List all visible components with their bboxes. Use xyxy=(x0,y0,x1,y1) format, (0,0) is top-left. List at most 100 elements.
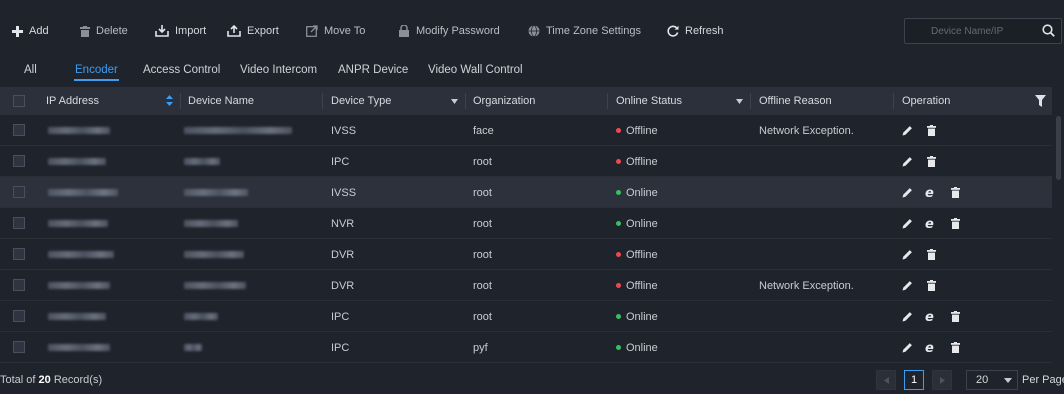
operation-cell: e xyxy=(900,340,962,354)
edit-icon[interactable] xyxy=(900,340,914,354)
status-dot-icon xyxy=(616,251,621,257)
trash-icon[interactable] xyxy=(948,185,962,199)
page-size-select[interactable]: 20 xyxy=(966,370,1018,390)
table-row[interactable]: DVR root Offline xyxy=(0,239,1052,270)
trash-icon[interactable] xyxy=(924,123,938,137)
offline-reason-cell: Network Exception. xyxy=(759,125,854,137)
tab-encoder[interactable]: Encoder xyxy=(74,64,119,81)
trash-icon[interactable] xyxy=(948,216,962,230)
table-row[interactable]: IPC root Offline xyxy=(0,146,1052,177)
select-all-checkbox[interactable] xyxy=(13,95,25,107)
web-icon[interactable]: e xyxy=(924,309,938,323)
status-label: Online xyxy=(626,218,658,230)
delete-button[interactable]: Delete xyxy=(80,22,128,40)
online-status-cell: Online xyxy=(616,342,658,354)
edit-icon[interactable] xyxy=(900,185,914,199)
edit-icon[interactable] xyxy=(900,309,914,323)
time-zone-settings-button[interactable]: Time Zone Settings xyxy=(528,22,641,40)
col-ip-address[interactable]: IP Address xyxy=(46,95,99,107)
move-to-label: Move To xyxy=(324,25,366,37)
tab-all[interactable]: All xyxy=(24,64,37,76)
import-button[interactable]: Import xyxy=(155,22,206,40)
search-icon[interactable] xyxy=(1042,24,1055,37)
edit-icon[interactable] xyxy=(900,216,914,230)
next-page-button[interactable] xyxy=(932,370,952,390)
filter-dropdown-icon[interactable] xyxy=(736,99,743,104)
tab-access-control[interactable]: Access Control xyxy=(143,64,220,76)
ip-address-redacted xyxy=(48,189,118,196)
add-button[interactable]: Add xyxy=(12,22,49,40)
row-checkbox[interactable] xyxy=(13,155,25,167)
ip-address-redacted xyxy=(48,158,106,165)
chevron-right-icon xyxy=(939,376,945,384)
refresh-button[interactable]: Refresh xyxy=(667,22,724,40)
trash-icon[interactable] xyxy=(948,309,962,323)
page-size-value: 20 xyxy=(976,374,989,386)
online-status-cell: Online xyxy=(616,311,658,323)
total-prefix: Total of xyxy=(0,374,39,386)
web-icon[interactable]: e xyxy=(924,340,938,354)
device-name-redacted xyxy=(184,127,292,134)
column-divider xyxy=(180,93,181,109)
col-online-status: Online Status xyxy=(616,95,683,107)
edit-icon[interactable] xyxy=(900,247,914,261)
column-filter-icon[interactable] xyxy=(1035,95,1046,107)
row-checkbox[interactable] xyxy=(13,124,25,136)
table-row[interactable]: DVR root Offline Network Exception. xyxy=(0,270,1052,301)
operation-cell: e xyxy=(900,185,962,199)
row-checkbox[interactable] xyxy=(13,279,25,291)
organization-cell: pyf xyxy=(473,342,488,354)
trash-icon[interactable] xyxy=(924,278,938,292)
trash-icon[interactable] xyxy=(924,154,938,168)
status-label: Offline xyxy=(626,156,658,168)
row-checkbox[interactable] xyxy=(13,248,25,260)
trash-icon[interactable] xyxy=(924,247,938,261)
import-label: Import xyxy=(175,25,207,37)
row-checkbox[interactable] xyxy=(13,310,25,322)
status-dot-icon xyxy=(616,158,621,164)
svg-text:e: e xyxy=(925,310,934,322)
device-type-cell: DVR xyxy=(331,249,355,261)
status-dot-icon xyxy=(616,220,621,226)
row-checkbox[interactable] xyxy=(13,186,25,198)
col-device-name: Device Name xyxy=(188,95,255,107)
per-page-label: Per Page xyxy=(1022,374,1064,386)
prev-page-button[interactable] xyxy=(876,370,896,390)
ip-address-redacted xyxy=(48,127,110,134)
ip-address-redacted xyxy=(48,220,108,227)
table-row[interactable]: IPC pyf Online e xyxy=(0,332,1052,363)
move-to-button[interactable]: Move To xyxy=(306,22,365,40)
tab-video-wall-control[interactable]: Video Wall Control xyxy=(428,64,523,76)
toolbar: Add Delete Import Export Move To Modify … xyxy=(0,0,1064,62)
col-offline-reason: Offline Reason xyxy=(759,95,832,107)
device-name-redacted xyxy=(184,282,246,289)
table-row[interactable]: NVR root Online e xyxy=(0,208,1052,239)
tab-anpr-device[interactable]: ANPR Device xyxy=(338,64,408,76)
export-button[interactable]: Export xyxy=(227,22,279,40)
table-row[interactable]: IVSS face Offline Network Exception. xyxy=(0,115,1052,146)
edit-icon[interactable] xyxy=(900,278,914,292)
filter-dropdown-icon[interactable] xyxy=(451,99,458,104)
operation-cell xyxy=(900,154,938,168)
export-icon xyxy=(227,25,241,37)
tab-video-intercom[interactable]: Video Intercom xyxy=(240,64,317,76)
modify-password-button[interactable]: Modify Password xyxy=(398,22,500,40)
row-checkbox[interactable] xyxy=(13,217,25,229)
trash-icon[interactable] xyxy=(948,340,962,354)
sort-icon[interactable] xyxy=(166,95,173,106)
edit-icon[interactable] xyxy=(900,123,914,137)
device-type-cell: IVSS xyxy=(331,125,357,137)
scrollbar-thumb[interactable] xyxy=(1056,116,1061,180)
row-checkbox[interactable] xyxy=(13,341,25,353)
page-number-button[interactable]: 1 xyxy=(904,370,924,390)
chevron-down-icon xyxy=(1004,378,1012,383)
ip-address-redacted xyxy=(48,344,110,351)
web-icon[interactable]: e xyxy=(924,216,938,230)
table-row[interactable]: IVSS root Online e xyxy=(0,177,1052,208)
table-row[interactable]: IPC root Online e xyxy=(0,301,1052,332)
column-divider xyxy=(465,93,466,109)
web-icon[interactable]: e xyxy=(924,185,938,199)
import-icon xyxy=(155,25,169,37)
search-input[interactable] xyxy=(905,19,1037,43)
edit-icon[interactable] xyxy=(900,154,914,168)
